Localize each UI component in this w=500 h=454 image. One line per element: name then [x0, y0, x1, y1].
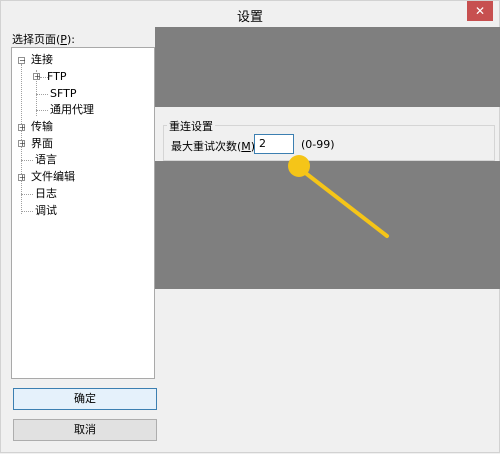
reconnect-group-title: 重连设置 [167, 118, 215, 134]
tree-item-sftp[interactable]: SFTP [50, 87, 76, 101]
tree-line [21, 194, 33, 195]
max-retries-range: (0-99) [301, 138, 335, 151]
tree-line [36, 110, 48, 111]
tree-line [21, 160, 33, 161]
tree-line [36, 94, 48, 95]
settings-page-tree[interactable]: − 连接 + FTP SFTP 通用代理 + 传输 + 界面 语言 + 文件编辑… [11, 47, 155, 379]
obscured-area [155, 161, 500, 289]
tree-item-language[interactable]: 语言 [35, 153, 57, 167]
page-select-label: 选择页面(P): [12, 33, 75, 46]
max-retries-input[interactable]: 2 [254, 134, 294, 154]
tree-line [21, 211, 33, 212]
obscured-area [155, 27, 500, 107]
tree-item-logging[interactable]: 日志 [35, 187, 57, 201]
cancel-button[interactable]: 取消 [13, 419, 157, 441]
tree-item-interface[interactable]: 界面 [31, 137, 53, 151]
tree-item-generic-proxy[interactable]: 通用代理 [50, 103, 94, 117]
tree-item-file-editing[interactable]: 文件编辑 [31, 170, 75, 184]
expand-icon[interactable]: + [18, 140, 26, 148]
title-bar: 设置 ✕ [1, 1, 499, 27]
tree-item-transfer[interactable]: 传输 [31, 120, 53, 134]
expand-icon[interactable]: + [18, 124, 26, 132]
settings-dialog: 设置 ✕ 选择页面(P): − 连接 + FTP SFTP 通用代理 + 传输 … [0, 0, 500, 453]
collapse-icon[interactable]: − [18, 57, 26, 65]
dialog-title: 设置 [236, 10, 263, 25]
ok-button[interactable]: 确定 [13, 388, 157, 410]
tree-item-ftp[interactable]: FTP [47, 70, 67, 84]
tree-item-debug[interactable]: 调试 [35, 204, 57, 218]
expand-icon[interactable]: + [18, 174, 26, 182]
close-icon: ✕ [474, 4, 486, 18]
tree-item-connection[interactable]: 连接 [31, 53, 53, 67]
max-retries-label: 最大重试次数(M): [171, 140, 259, 153]
close-button[interactable]: ✕ [467, 1, 493, 21]
expand-icon[interactable]: + [33, 73, 41, 81]
